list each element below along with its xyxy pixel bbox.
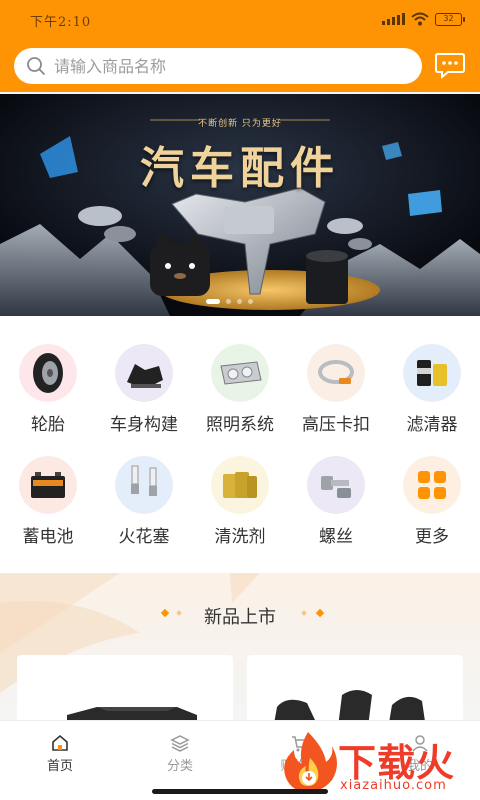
car-body-icon	[115, 344, 173, 402]
category-clamp[interactable]: 高压卡扣	[288, 344, 384, 444]
category-label: 蓄电池	[22, 527, 74, 547]
signal-icon	[382, 13, 405, 25]
category-more[interactable]: 更多	[384, 456, 480, 556]
battery-icon: 32	[435, 12, 465, 26]
category-label: 照明系统	[206, 415, 274, 435]
layers-icon	[170, 735, 190, 752]
slide-dot[interactable]	[248, 299, 253, 304]
search-input[interactable]	[54, 56, 384, 76]
category-label: 滤清器	[406, 415, 458, 435]
tire-icon	[19, 344, 77, 402]
category-lighting[interactable]: 照明系统	[192, 344, 288, 444]
slide-dot[interactable]	[206, 299, 220, 304]
category-label: 清洗剂	[214, 527, 266, 547]
slide-dot[interactable]	[237, 299, 242, 304]
search-icon	[27, 57, 45, 75]
slide-dot[interactable]	[226, 299, 231, 304]
banner-subtitle: 不断创新 只为更好	[198, 119, 282, 129]
category-battery[interactable]: 蓄电池	[0, 456, 96, 556]
cleaner-icon	[211, 456, 269, 514]
tab-label: 分类	[166, 759, 193, 774]
category-grid: 轮胎 车身构建 照明系统 高压卡扣 滤清器 蓄电池 火花塞 清洗剂 螺丝 更多	[0, 316, 480, 573]
header: 下午2:10 32	[0, 0, 480, 92]
category-label: 车身构建	[110, 415, 178, 435]
battery-icon	[19, 456, 77, 514]
tab-label: 首页	[46, 759, 73, 774]
chat-bubble-icon[interactable]	[434, 52, 466, 80]
spark-plug-icon	[115, 456, 173, 514]
wifi-icon	[411, 12, 429, 26]
new-products-title: 新品上市	[204, 607, 276, 628]
category-label: 更多	[415, 527, 449, 547]
product-card[interactable]	[17, 655, 233, 720]
hose-clamp-icon	[307, 344, 365, 402]
category-label: 螺丝	[319, 527, 353, 547]
more-grid-icon	[403, 456, 461, 514]
tab-home[interactable]: 首页	[0, 721, 120, 800]
promo-banner[interactable]: 不断创新 只为更好 汽车配件	[0, 94, 480, 316]
category-body[interactable]: 车身构建	[96, 344, 192, 444]
headlight-icon	[211, 344, 269, 402]
category-cleaner[interactable]: 清洗剂	[192, 456, 288, 556]
product-image	[67, 707, 197, 720]
status-time: 下午2:10	[30, 15, 92, 30]
status-bar: 下午2:10 32	[0, 0, 480, 40]
search-bar[interactable]	[14, 48, 422, 84]
category-filter[interactable]: 滤清器	[384, 344, 480, 444]
product-card[interactable]	[247, 655, 463, 720]
home-indicator	[152, 789, 328, 794]
status-icons: 32	[382, 12, 465, 26]
category-sparkplug[interactable]: 火花塞	[96, 456, 192, 556]
banner-pagination	[206, 299, 253, 304]
watermark-domain: xiazaihuo.com	[340, 778, 447, 793]
category-label: 轮胎	[31, 415, 65, 435]
product-image	[274, 690, 425, 720]
app-screen: 下午2:10 32 请输入商品名称 不断创新 只为更好 汽车配件 轮胎 车身构建…	[0, 0, 480, 800]
banner-title: 汽车配件	[140, 143, 340, 194]
category-label: 高压卡扣	[302, 415, 370, 435]
home-icon	[52, 734, 68, 751]
category-screw[interactable]: 螺丝	[288, 456, 384, 556]
new-products-section: 新品上市	[0, 573, 480, 720]
category-tire[interactable]: 轮胎	[0, 344, 96, 444]
filter-icon	[403, 344, 461, 402]
screw-icon	[307, 456, 365, 514]
flame-logo-icon	[284, 732, 337, 792]
category-label: 火花塞	[118, 527, 170, 547]
